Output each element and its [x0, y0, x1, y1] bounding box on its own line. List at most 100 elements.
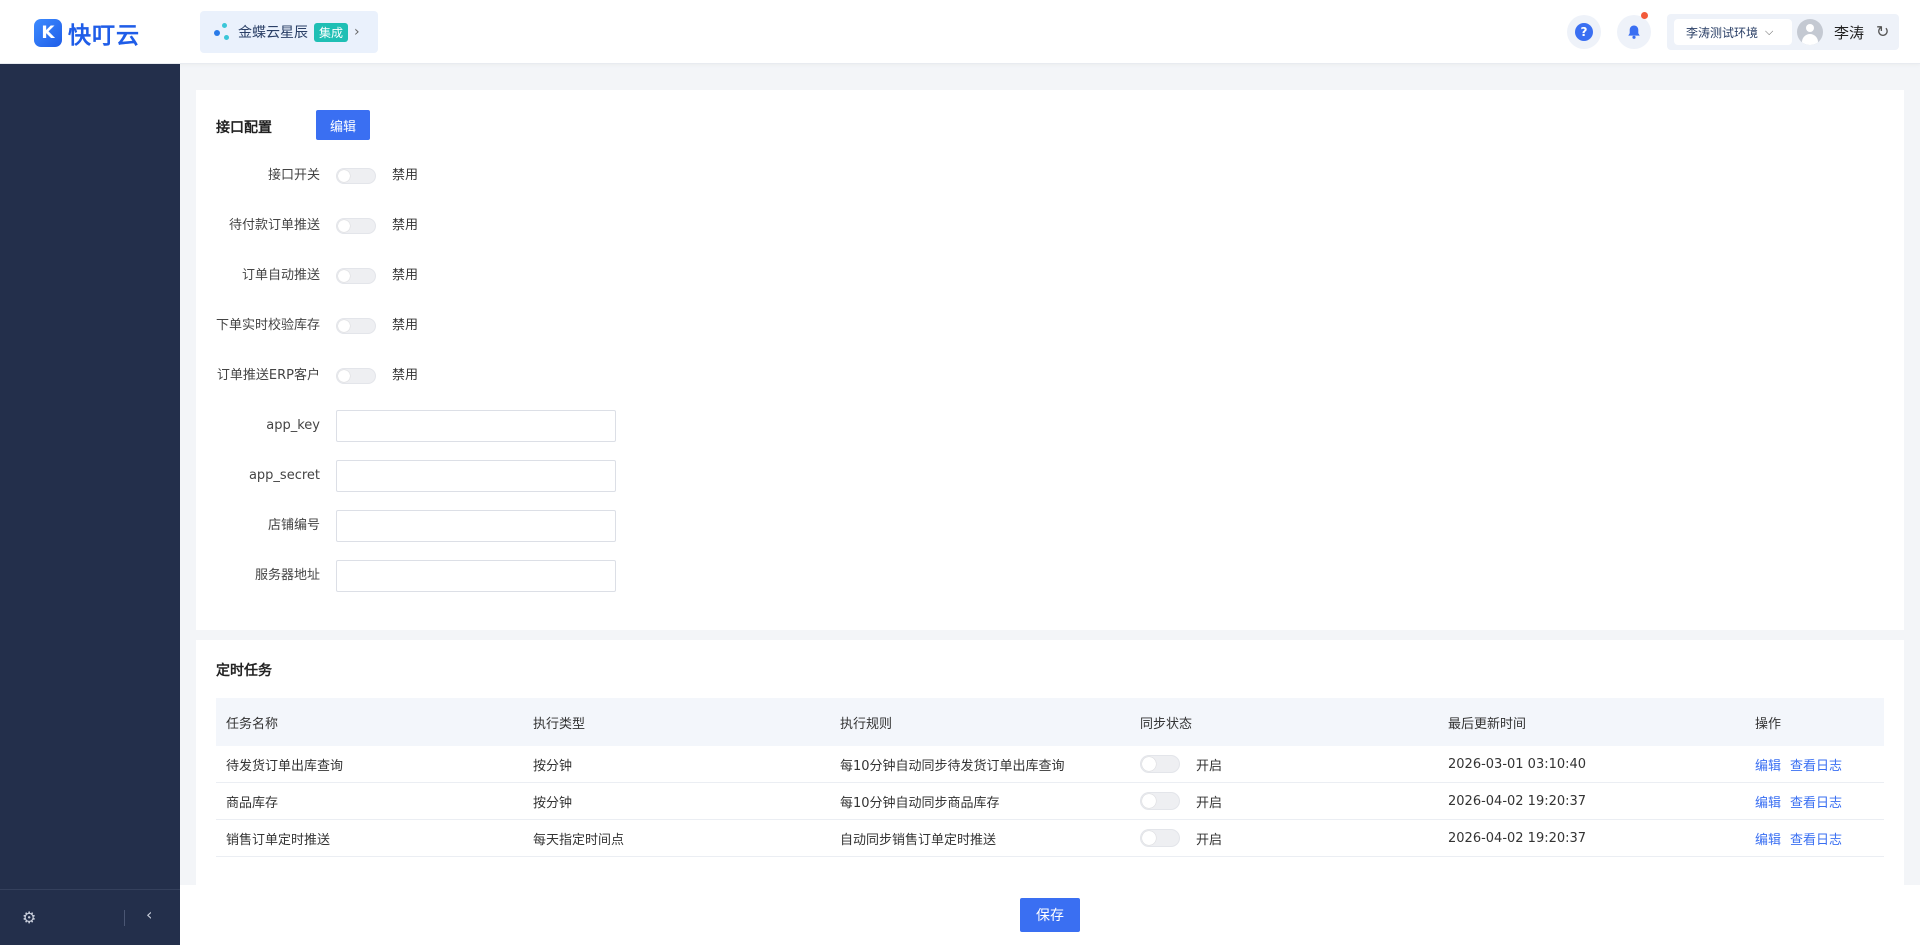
toggle-row: 下单实时校验库存 禁用	[196, 310, 896, 342]
task-type: 按分钟	[533, 758, 573, 774]
app-dots-icon	[214, 23, 232, 41]
toggle-switch[interactable]	[336, 168, 376, 184]
tasks-table: 任务名称 执行类型 执行规则 同步状态 最后更新时间 操作 待发货订单出库查询 …	[216, 698, 1884, 857]
column-header: 同步状态	[1140, 716, 1193, 732]
task-type: 按分钟	[533, 795, 573, 811]
logo[interactable]: K 快叮云	[34, 16, 140, 50]
settings-icon[interactable]: ⚙	[22, 908, 36, 927]
chevron-right-icon: ›	[354, 24, 360, 40]
toggle-row: 待付款订单推送 禁用	[196, 210, 896, 242]
interface-config-panel: 接口配置 编辑 接口开关 禁用 待付款订单推送 禁用 订单自动推送 禁用 下单实…	[196, 90, 1904, 630]
task-rule: 自动同步销售订单定时推送	[840, 832, 997, 848]
sync-toggle[interactable]	[1140, 755, 1180, 773]
table-header: 任务名称 执行类型 执行规则 同步状态 最后更新时间 操作	[216, 698, 1884, 746]
refresh-icon[interactable]: ↻	[1876, 22, 1889, 41]
table-row: 待发货订单出库查询 按分钟 每10分钟自动同步待发货订单出库查询 开启 2026…	[216, 746, 1884, 783]
field-row: 店铺编号	[196, 510, 896, 542]
column-header: 操作	[1755, 716, 1782, 732]
shop-code-input[interactable]	[336, 510, 616, 542]
user-area: 李涛测试环境 ⌵ 李涛 ↻	[1667, 14, 1899, 50]
toggle-state: 禁用	[392, 168, 419, 183]
sync-status-label: 开启	[1196, 758, 1223, 774]
task-name: 销售订单定时推送	[226, 832, 331, 848]
chevron-down-icon: ⌵	[1765, 25, 1774, 38]
save-button[interactable]: 保存	[1020, 898, 1080, 932]
divider	[124, 910, 125, 926]
form-label: app_secret	[248, 468, 320, 483]
column-header: 最后更新时间	[1448, 716, 1527, 732]
view-log-link[interactable]: 查看日志	[1790, 759, 1842, 774]
edit-button[interactable]: 编辑	[316, 110, 370, 140]
view-log-link[interactable]: 查看日志	[1790, 796, 1842, 811]
task-rule: 每10分钟自动同步商品库存	[840, 795, 1000, 811]
user-name[interactable]: 李涛	[1834, 22, 1864, 43]
logo-icon: K	[34, 19, 62, 47]
last-updated: 2026-04-02 19:20:37	[1448, 830, 1587, 846]
form-label: 待付款订单推送	[228, 218, 320, 233]
table-row: 销售订单定时推送 每天指定时间点 自动同步销售订单定时推送 开启 2026-04…	[216, 820, 1884, 857]
form-label: app_key	[266, 418, 320, 433]
form-label: 店铺编号	[267, 518, 320, 533]
toggle-switch[interactable]	[336, 368, 376, 384]
collapse-sidebar-icon[interactable]: ‹	[146, 905, 152, 924]
app-switcher[interactable]: 金蝶云星辰 集成 ›	[200, 11, 378, 53]
view-log-link[interactable]: 查看日志	[1790, 833, 1842, 848]
sync-status: 开启	[1130, 829, 1438, 848]
form-label: 下单实时校验库存	[215, 318, 320, 333]
environment-label: 李涛测试环境	[1686, 25, 1759, 40]
help-icon: ?	[1575, 23, 1593, 41]
last-updated: 2026-03-01 03:10:40	[1448, 756, 1587, 772]
form-label: 接口开关	[267, 168, 320, 183]
sync-toggle[interactable]	[1140, 792, 1180, 810]
sync-status: 开启	[1130, 792, 1438, 811]
help-button[interactable]: ?	[1567, 15, 1601, 49]
top-header: K 快叮云 金蝶云星辰 集成 › ? 李涛测试环境 ⌵ 李涛 ↻	[0, 0, 1920, 64]
toggle-switch[interactable]	[336, 268, 376, 284]
row-actions: 编辑 查看日志	[1745, 755, 1884, 774]
scheduled-tasks-panel: 定时任务 任务名称 执行类型 执行规则 同步状态 最后更新时间 操作 待发货订单…	[196, 640, 1904, 885]
form-label: 订单推送ERP客户	[216, 368, 320, 383]
column-header: 执行规则	[840, 716, 893, 732]
field-row: 服务器地址	[196, 560, 896, 592]
column-header: 任务名称	[226, 716, 279, 732]
field-row: app_secret	[196, 460, 896, 492]
task-rule: 每10分钟自动同步待发货订单出库查询	[840, 758, 1065, 774]
server-address-input[interactable]	[336, 560, 616, 592]
toggle-switch[interactable]	[336, 318, 376, 334]
task-name: 商品库存	[226, 795, 279, 811]
table-row: 商品库存 按分钟 每10分钟自动同步商品库存 开启 2026-04-02 19:…	[216, 783, 1884, 820]
toggle-state: 禁用	[392, 368, 419, 383]
toggle-state: 禁用	[392, 268, 419, 283]
task-name: 待发货订单出库查询	[226, 758, 344, 774]
sidebar-footer: ⚙ ‹	[0, 889, 180, 945]
integration-badge: 集成	[314, 22, 349, 42]
toggle-row: 接口开关 禁用	[196, 160, 896, 192]
task-type: 每天指定时间点	[533, 832, 625, 848]
form-label: 订单自动推送	[241, 268, 320, 283]
sync-status: 开启	[1130, 755, 1438, 774]
environment-select[interactable]: 李涛测试环境 ⌵	[1674, 19, 1792, 45]
sync-status-label: 开启	[1196, 795, 1223, 811]
edit-link[interactable]: 编辑	[1755, 833, 1781, 848]
edit-link[interactable]: 编辑	[1755, 796, 1781, 811]
column-header: 执行类型	[533, 716, 586, 732]
sync-toggle[interactable]	[1140, 829, 1180, 847]
sidebar: ⚙ ‹	[0, 64, 180, 945]
toggle-state: 禁用	[392, 318, 419, 333]
form-label: 服务器地址	[254, 568, 320, 583]
section-title: 定时任务	[216, 663, 272, 679]
row-actions: 编辑 查看日志	[1745, 792, 1884, 811]
footer-bar: 保存	[180, 885, 1920, 945]
notification-dot	[1641, 12, 1648, 19]
app-secret-input[interactable]	[336, 460, 616, 492]
row-actions: 编辑 查看日志	[1745, 829, 1884, 848]
toggle-switch[interactable]	[336, 218, 376, 234]
avatar[interactable]	[1797, 19, 1823, 45]
edit-link[interactable]: 编辑	[1755, 759, 1781, 774]
toggle-row: 订单自动推送 禁用	[196, 260, 896, 292]
last-updated: 2026-04-02 19:20:37	[1448, 793, 1587, 809]
notification-button[interactable]	[1617, 12, 1651, 49]
app-key-input[interactable]	[336, 410, 616, 442]
toggle-state: 禁用	[392, 218, 419, 233]
logo-text: 快叮云	[68, 23, 140, 49]
